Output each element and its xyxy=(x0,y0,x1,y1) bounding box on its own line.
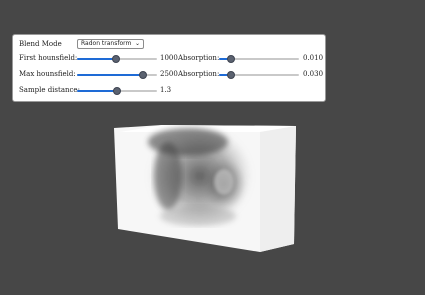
max-hounsfield-label: Max hounsfield: xyxy=(19,70,76,78)
first-hounsfield-label: First hounsfield: xyxy=(19,54,78,62)
slider-thumb[interactable] xyxy=(227,71,235,79)
max-hounsfield-value: 2500 xyxy=(160,70,178,78)
sample-distance-slider[interactable] xyxy=(77,86,157,96)
blend-mode-value: Radon transform xyxy=(81,40,132,47)
slider-fill xyxy=(77,90,117,92)
chevron-down-icon: ⌄ xyxy=(134,40,140,47)
lower-density xyxy=(160,206,236,226)
slider-thumb[interactable] xyxy=(138,71,147,79)
absorption-2-value: 0.030 xyxy=(303,70,324,78)
absorption-2-label: Absorption: xyxy=(178,70,220,78)
sample-distance-value: 1.3 xyxy=(160,86,172,94)
absorption-2-slider[interactable] xyxy=(219,70,299,80)
first-hounsfield-slider[interactable] xyxy=(77,54,157,64)
neck-left-density xyxy=(154,142,182,210)
blend-mode-label: Blend Mode xyxy=(19,40,62,48)
slider-thumb[interactable] xyxy=(113,87,121,95)
slider-thumb[interactable] xyxy=(112,55,121,63)
volume-box-side xyxy=(260,126,296,252)
controls-panel: Blend Mode Radon transform ⌄ First houns… xyxy=(12,34,326,102)
absorption-1-slider[interactable] xyxy=(219,54,299,64)
absorption-1-label: Absorption: xyxy=(178,54,220,62)
blend-mode-select[interactable]: Radon transform ⌄ xyxy=(77,39,144,49)
max-hounsfield-slider[interactable] xyxy=(77,70,157,80)
first-hounsfield-value: 1000 xyxy=(160,54,178,62)
slider-fill xyxy=(77,58,117,60)
slider-thumb[interactable] xyxy=(227,55,235,63)
bone-highlight xyxy=(214,169,234,195)
sample-distance-label: Sample distance: xyxy=(19,86,80,94)
volume-render-viewport[interactable] xyxy=(100,116,300,256)
slider-fill xyxy=(77,74,143,76)
absorption-1-value: 0.010 xyxy=(303,54,324,62)
